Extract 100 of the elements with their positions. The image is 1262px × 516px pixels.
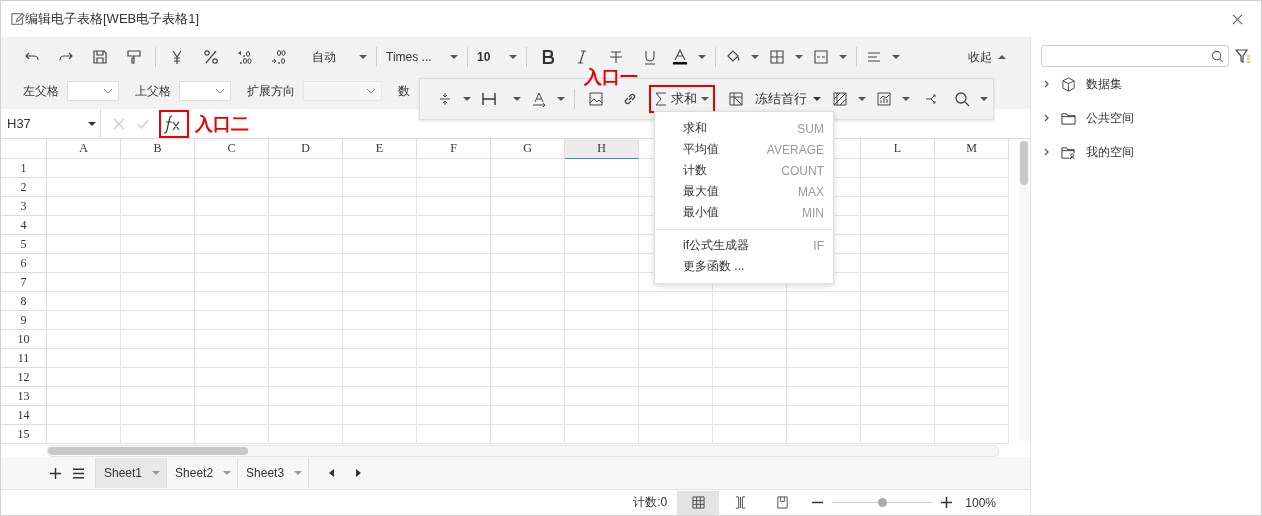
table-cell[interactable] — [417, 368, 491, 387]
table-cell[interactable] — [861, 330, 935, 349]
table-cell[interactable] — [343, 387, 417, 406]
table-cell[interactable] — [639, 406, 713, 425]
table-cell[interactable] — [935, 330, 1009, 349]
table-cell[interactable] — [417, 254, 491, 273]
table-cell[interactable] — [491, 235, 565, 254]
table-cell[interactable] — [565, 254, 639, 273]
table-cell[interactable] — [343, 197, 417, 216]
table-cell[interactable] — [861, 197, 935, 216]
table-cell[interactable] — [417, 387, 491, 406]
table-cell[interactable] — [269, 254, 343, 273]
table-cell[interactable] — [491, 330, 565, 349]
menu-item[interactable]: 最大值 MAX — [655, 181, 833, 202]
table-cell[interactable] — [713, 330, 787, 349]
menu-item[interactable]: if公式生成器 IF — [655, 235, 833, 256]
table-cell[interactable] — [195, 406, 269, 425]
table-cell[interactable] — [935, 159, 1009, 178]
table-cell[interactable] — [787, 292, 861, 311]
confirm-icon[interactable] — [137, 117, 149, 130]
number-format-dropdown[interactable]: 自动 — [296, 48, 372, 66]
table-cell[interactable] — [935, 349, 1009, 368]
next-icon[interactable] — [355, 469, 362, 477]
table-cell[interactable] — [269, 292, 343, 311]
table-cell[interactable] — [861, 254, 935, 273]
table-cell[interactable] — [935, 292, 1009, 311]
table-cell[interactable] — [565, 406, 639, 425]
sheet-tab[interactable]: Sheet1 — [95, 458, 167, 488]
table-cell[interactable] — [195, 178, 269, 197]
table-cell[interactable] — [47, 406, 121, 425]
row-header[interactable]: 7 — [1, 273, 47, 292]
table-cell[interactable] — [713, 311, 787, 330]
table-cell[interactable] — [935, 235, 1009, 254]
menu-item[interactable]: 更多函数 ... — [655, 256, 833, 277]
table-cell[interactable] — [861, 368, 935, 387]
table-cell[interactable] — [935, 216, 1009, 235]
table-cell[interactable] — [121, 273, 195, 292]
table-cell[interactable] — [47, 311, 121, 330]
table-cell[interactable] — [565, 368, 639, 387]
column-header[interactable]: E — [343, 139, 417, 159]
table-cell[interactable] — [787, 368, 861, 387]
table-cell[interactable] — [269, 425, 343, 444]
table-cell[interactable] — [121, 235, 195, 254]
table-cell[interactable] — [47, 254, 121, 273]
table-cell[interactable] — [121, 311, 195, 330]
table-cell[interactable] — [713, 368, 787, 387]
table-cell[interactable] — [639, 330, 713, 349]
table-cell[interactable] — [565, 235, 639, 254]
table-cell[interactable] — [491, 292, 565, 311]
table-cell[interactable] — [861, 311, 935, 330]
row-header[interactable]: 11 — [1, 349, 47, 368]
row-header[interactable]: 13 — [1, 387, 47, 406]
slider-thumb[interactable] — [878, 498, 888, 507]
table-cell[interactable] — [565, 387, 639, 406]
table-cell[interactable] — [47, 159, 121, 178]
table-cell[interactable] — [861, 406, 935, 425]
table-cell[interactable] — [47, 273, 121, 292]
table-cell[interactable] — [861, 235, 935, 254]
table-cell[interactable] — [47, 387, 121, 406]
table-cell[interactable] — [195, 311, 269, 330]
table-cell[interactable] — [861, 387, 935, 406]
table-cell[interactable] — [417, 273, 491, 292]
table-cell[interactable] — [121, 425, 195, 444]
table-cell[interactable] — [491, 425, 565, 444]
tree-item[interactable]: 我的空间 — [1041, 135, 1261, 169]
table-cell[interactable] — [121, 178, 195, 197]
table-cell[interactable] — [343, 406, 417, 425]
table-cell[interactable] — [639, 292, 713, 311]
table-cell[interactable] — [565, 425, 639, 444]
table-cell[interactable] — [639, 387, 713, 406]
table-cell[interactable] — [417, 159, 491, 178]
tree-item[interactable]: 公共空间 — [1041, 101, 1261, 135]
table-cell[interactable] — [47, 197, 121, 216]
table-cell[interactable] — [269, 197, 343, 216]
menu-icon[interactable] — [72, 466, 85, 480]
table-cell[interactable] — [121, 349, 195, 368]
table-cell[interactable] — [861, 273, 935, 292]
table-cell[interactable] — [269, 235, 343, 254]
sheet-tab[interactable]: Sheet3 — [237, 458, 310, 488]
table-cell[interactable] — [417, 349, 491, 368]
table-cell[interactable] — [121, 406, 195, 425]
table-cell[interactable] — [417, 330, 491, 349]
table-cell[interactable] — [935, 273, 1009, 292]
row-header[interactable]: 1 — [1, 159, 47, 178]
vertical-scrollbar[interactable] — [1019, 141, 1029, 441]
table-cell[interactable] — [935, 368, 1009, 387]
table-cell[interactable] — [565, 197, 639, 216]
search-field[interactable] — [1041, 45, 1229, 67]
table-cell[interactable] — [47, 330, 121, 349]
column-header[interactable]: H — [565, 139, 639, 159]
table-cell[interactable] — [195, 235, 269, 254]
previous-icon[interactable] — [329, 469, 336, 477]
table-cell[interactable] — [195, 387, 269, 406]
table-cell[interactable] — [343, 349, 417, 368]
column-header[interactable]: B — [121, 139, 195, 159]
menu-item[interactable]: 最小值 MIN — [655, 202, 833, 223]
select-all-corner[interactable] — [1, 139, 47, 159]
table-cell[interactable] — [47, 368, 121, 387]
table-cell[interactable] — [861, 349, 935, 368]
table-cell[interactable] — [787, 387, 861, 406]
